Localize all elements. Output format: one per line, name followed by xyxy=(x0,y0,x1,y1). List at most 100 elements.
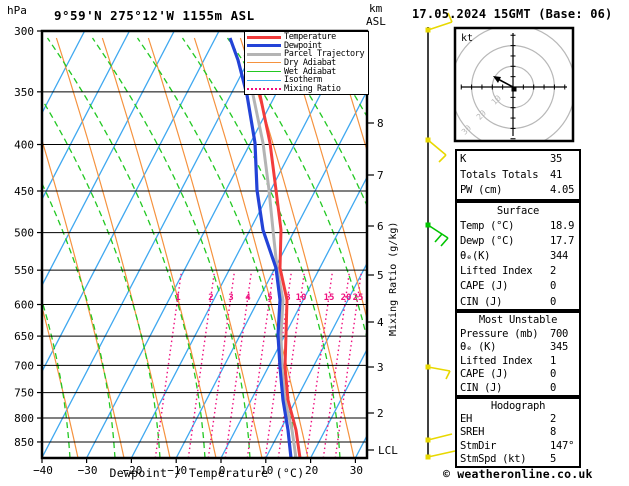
legend-label: Mixing Ratio xyxy=(284,84,341,94)
pressure-tick-label: 350 xyxy=(14,86,34,99)
wind-barb-feather xyxy=(446,371,450,379)
mixing-ratio-value-label: 25 xyxy=(353,293,364,303)
pressure-tick-label: 800 xyxy=(14,412,34,425)
station-title: 9°59'N 275°12'W 1155m ASL xyxy=(54,8,255,23)
wind-barb-shaft xyxy=(428,451,455,457)
legend-line-swatch xyxy=(247,62,281,63)
km-tick-label: 2 xyxy=(377,407,384,420)
wind-barb-shaft xyxy=(428,367,450,371)
stats-row-value: 345 xyxy=(550,341,576,355)
stats-row-label: θₑ (K) xyxy=(460,341,550,355)
legend-dotted-line-swatch xyxy=(247,88,281,90)
stats-row-value: 0 xyxy=(550,382,576,396)
stats-box-hodograph: HodographEH2SREH8StmDir147°StmSpd (kt)5 xyxy=(455,397,581,468)
chart-datetime: 17.05.2024 15GMT (Base: 06) xyxy=(412,7,612,21)
stats-row: EH2 xyxy=(460,413,576,426)
stats-row-label: K xyxy=(460,152,550,168)
stats-row: Dewp (°C)17.7 xyxy=(460,234,576,249)
wind-barb xyxy=(426,223,449,247)
stats-row: PW (cm)4.05 xyxy=(460,183,576,199)
stats-row-label: CIN (J) xyxy=(460,295,550,310)
dry-adiabat-line xyxy=(0,38,78,458)
stats-row-value: 8 xyxy=(550,426,576,439)
hodograph-origin-marker xyxy=(512,87,517,92)
km-tick-label: 3 xyxy=(377,361,384,374)
stats-row: CIN (J)0 xyxy=(460,382,576,396)
stats-row: Lifted Index1 xyxy=(460,355,576,369)
stats-row: Lifted Index2 xyxy=(460,264,576,279)
km-tick-label: 6 xyxy=(377,220,384,233)
mixing-ratio-value-label: 2 xyxy=(208,293,213,303)
stats-box-most-unstable: Most UnstablePressure (mb)700θₑ (K)345Li… xyxy=(455,311,581,397)
stats-row-value: 2 xyxy=(550,413,576,426)
mixing-ratio-value-label: 10 xyxy=(296,293,307,303)
stats-row-label: θₑ(K) xyxy=(460,249,550,264)
altitude-axis-unit-km: km xyxy=(369,2,382,15)
pressure-tick-label: 550 xyxy=(14,264,34,277)
stats-row-label: StmSpd (kt) xyxy=(460,453,550,466)
pressure-tick-label: 400 xyxy=(14,139,34,152)
stats-row: θₑ(K)344 xyxy=(460,249,576,264)
wind-barb-shaft xyxy=(428,434,452,440)
stats-row-label: SREH xyxy=(460,426,550,439)
stats-row-label: Totals Totals xyxy=(460,168,550,184)
wind-barb xyxy=(426,451,456,460)
stats-row: Pressure (mb)700 xyxy=(460,328,576,342)
stats-row-label: Lifted Index xyxy=(460,355,550,369)
stats-row-label: EH xyxy=(460,413,550,426)
mixing-ratio-value-label: 1 xyxy=(175,293,180,303)
stats-row-value: 0 xyxy=(550,368,576,382)
hodograph-unit-label: kt xyxy=(461,33,473,44)
stats-row-value: 41 xyxy=(550,168,576,184)
stats-row-value: 17.7 xyxy=(550,234,576,249)
dry-adiabat-line xyxy=(148,38,262,458)
mixing-ratio-value-label: 4 xyxy=(245,293,251,303)
pressure-axis-unit: hPa xyxy=(7,4,27,17)
stats-row: CIN (J)0 xyxy=(460,295,576,310)
stats-row-label: PW (cm) xyxy=(460,183,550,199)
stats-row-value: 344 xyxy=(550,249,576,264)
wet-adiabat-line xyxy=(588,38,629,458)
stats-row-value: 1 xyxy=(550,355,576,369)
stats-row-label: StmDir xyxy=(460,440,550,453)
pressure-tick-label: 600 xyxy=(14,299,34,312)
stats-box-header: Surface xyxy=(460,204,576,219)
wind-barb-shaft xyxy=(428,140,446,155)
stats-row: SREH8 xyxy=(460,426,576,439)
km-tick-label: 4 xyxy=(377,316,384,329)
stats-row: CAPE (J)0 xyxy=(460,368,576,382)
pressure-tick-label: 700 xyxy=(14,359,34,372)
stats-box: K35Totals Totals41PW (cm)4.05 xyxy=(455,149,581,201)
stats-row-value: 18.9 xyxy=(550,219,576,234)
pressure-tick-label: 650 xyxy=(14,330,34,343)
stats-row-label: CAPE (J) xyxy=(460,368,550,382)
wet-adiabat-line xyxy=(48,38,206,458)
stats-row-value: 5 xyxy=(550,453,576,466)
stats-row-value: 2 xyxy=(550,264,576,279)
wet-adiabat-line xyxy=(138,38,296,458)
stats-row-value: 0 xyxy=(550,279,576,294)
stats-box-header: Hodograph xyxy=(460,400,576,413)
altitude-axis-unit-asl: ASL xyxy=(366,15,386,28)
stats-row: θₑ (K)345 xyxy=(460,341,576,355)
wind-barb-feather xyxy=(435,234,442,242)
dry-adiabat-line xyxy=(608,38,629,458)
pressure-tick-label: 750 xyxy=(14,387,34,400)
stats-row: Totals Totals41 xyxy=(460,168,576,184)
legend-line-swatch xyxy=(247,36,281,39)
wind-barb-feather xyxy=(439,155,446,162)
hodograph-bg xyxy=(455,28,573,141)
stats-row-value: 700 xyxy=(550,328,576,342)
mixing-ratio-value-label: 15 xyxy=(324,293,335,303)
stats-row: CAPE (J)0 xyxy=(460,279,576,294)
wet-adiabat-line xyxy=(93,38,251,458)
stats-row-value: 147° xyxy=(550,440,576,453)
wet-adiabat-line xyxy=(273,38,431,458)
stats-row-value: 35 xyxy=(550,152,576,168)
chart-legend: TemperatureDewpointParcel TrajectoryDry … xyxy=(244,31,369,95)
stats-row-label: Temp (°C) xyxy=(460,219,550,234)
stats-row-value: 4.05 xyxy=(550,183,576,199)
dry-adiabat-line xyxy=(240,38,354,458)
wind-barb xyxy=(426,365,451,380)
mixing-ratio-value-label: 5 xyxy=(267,293,272,303)
